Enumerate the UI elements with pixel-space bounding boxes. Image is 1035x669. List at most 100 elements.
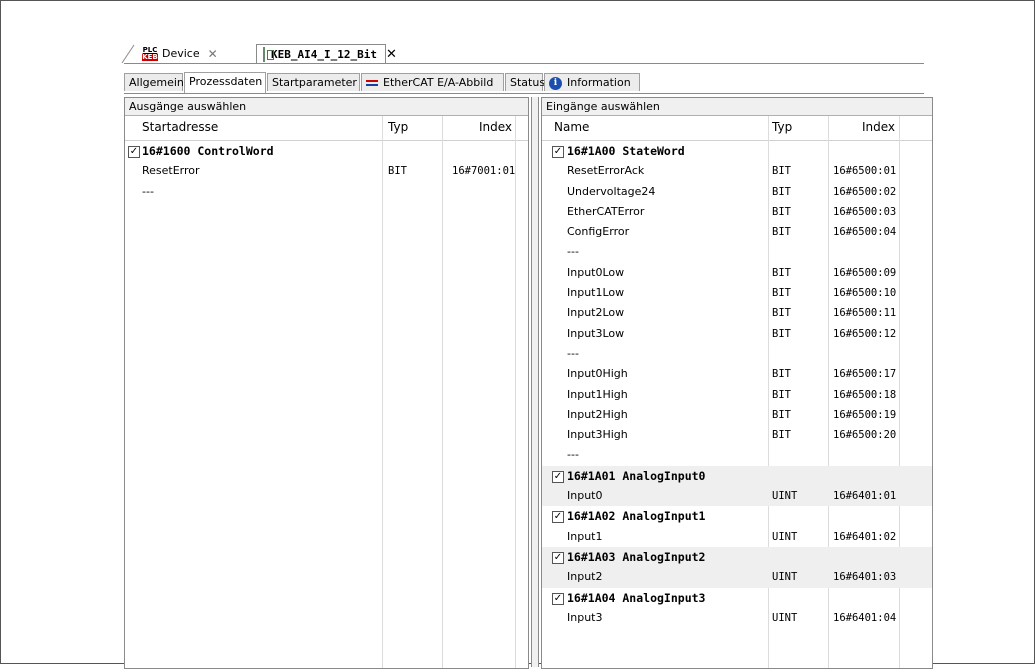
col-typ[interactable]: Typ — [772, 120, 792, 134]
inputs-header: Name Typ Index — [542, 116, 932, 141]
outputs-title: Ausgänge auswählen — [125, 98, 528, 116]
table-row[interactable]: EtherCATError BIT 16#6500:03 — [542, 202, 932, 222]
ethercat-icon — [366, 79, 378, 87]
outputs-header: Startadresse Typ Index — [125, 116, 528, 141]
entry-name: --- — [567, 245, 579, 259]
table-row[interactable]: Input3High BIT 16#6500:20 — [542, 425, 932, 445]
pdo-group-row[interactable]: ✓ 16#1A00 StateWord — [542, 141, 932, 161]
tab-information[interactable]: i Information — [544, 73, 640, 91]
table-row[interactable]: Input1High BIT 16#6500:18 — [542, 385, 932, 405]
col-index[interactable]: Index — [862, 120, 895, 134]
entry-name: Input2 — [567, 570, 603, 584]
entry-name: Input3 — [567, 610, 603, 624]
table-row[interactable]: --- — [125, 182, 528, 202]
tab-module[interactable]: KEB_AI4_I_12_Bit ✕ — [256, 44, 397, 64]
entry-type: BIT — [772, 185, 791, 198]
entry-type: BIT — [772, 287, 791, 300]
entry-index: 16#6500:17 — [833, 368, 897, 381]
table-row[interactable]: Input3 UINT 16#6401:04 — [542, 608, 932, 628]
entry-index: 16#6500:01 — [833, 165, 897, 178]
table-row[interactable]: Input2Low BIT 16#6500:11 — [542, 303, 932, 323]
entry-type: BIT — [772, 307, 791, 320]
entry-name: Input3Low — [567, 326, 625, 340]
pdo-group-row[interactable]: ✓ 16#1A01 AnalogInput0 — [542, 465, 932, 487]
table-row[interactable]: Input2 UINT 16#6401:03 — [542, 567, 932, 588]
entry-index: 16#6500:12 — [833, 327, 897, 340]
tab-device[interactable]: PLC KEB Device ✕ — [121, 44, 254, 64]
entry-type: BIT — [772, 327, 791, 340]
table-row[interactable]: ResetErrorAck BIT 16#6500:01 — [542, 161, 932, 181]
panel-splitter[interactable] — [531, 97, 539, 667]
entry-type: BIT — [772, 429, 791, 442]
entry-index: 16#6500:19 — [833, 408, 897, 421]
tab-device-label: Device — [162, 47, 200, 60]
pdo-group-row[interactable]: ✓ 16#1A03 AnalogInput2 — [542, 546, 932, 568]
inputs-title: Eingänge auswählen — [542, 98, 932, 116]
table-row[interactable]: Input0 UINT 16#6401:01 — [542, 486, 932, 507]
pdo-group-row[interactable]: ✓ 16#1A04 AnalogInput3 — [542, 588, 932, 608]
table-row[interactable]: Input0Low BIT 16#6500:09 — [542, 263, 932, 283]
tab-module-label: KEB_AI4_I_12_Bit — [271, 48, 377, 61]
tab-status[interactable]: Status — [505, 73, 545, 91]
entry-name: Input2Low — [567, 306, 625, 320]
table-row[interactable]: Input3Low BIT 16#6500:12 — [542, 324, 932, 344]
pdo-checkbox[interactable]: ✓ — [128, 146, 140, 158]
entry-name: ConfigError — [567, 225, 630, 239]
tab-ethercat-io-label: EtherCAT E/A-Abbild — [383, 76, 494, 89]
entry-type: BIT — [772, 266, 791, 279]
tab-ethercat-io[interactable]: EtherCAT E/A-Abbild — [361, 73, 504, 91]
entry-index: 16#6500:02 — [833, 185, 897, 198]
table-row[interactable]: ResetError BIT 16#7001:01 — [125, 161, 528, 181]
entry-name: Input1 — [567, 529, 603, 543]
entry-name: --- — [567, 448, 579, 462]
close-icon[interactable]: ✕ — [208, 47, 218, 61]
entry-name: Undervoltage24 — [567, 184, 656, 198]
entry-index: 16#6500:20 — [833, 429, 897, 442]
table-row[interactable]: Undervoltage24 BIT 16#6500:02 — [542, 182, 932, 202]
entry-type: BIT — [772, 408, 791, 421]
pdo-checkbox[interactable]: ✓ — [552, 592, 564, 605]
entry-name: Input2High — [567, 407, 628, 421]
col-index[interactable]: Index — [479, 120, 512, 134]
inputs-list: ✓ 16#1A00 StateWord ResetErrorAck BIT 16#650… — [542, 141, 932, 628]
table-row[interactable]: --- — [542, 242, 932, 262]
entry-name: Input1High — [567, 387, 628, 401]
entry-type: BIT — [388, 165, 407, 178]
entry-index: 16#6500:03 — [833, 205, 897, 218]
tab-startparameter[interactable]: Startparameter — [267, 73, 360, 91]
table-row[interactable]: Input1 UINT 16#6401:02 — [542, 527, 932, 547]
entry-index: 16#7001:01 — [452, 165, 516, 178]
entry-name: ResetErrorAck — [567, 164, 645, 178]
table-row[interactable]: Input1Low BIT 16#6500:10 — [542, 283, 932, 303]
pdo-checkbox[interactable]: ✓ — [552, 470, 564, 483]
entry-type: BIT — [772, 226, 791, 239]
entry-name: Input0Low — [567, 265, 625, 279]
table-row[interactable]: Input0High BIT 16#6500:17 — [542, 364, 932, 384]
outputs-list: ✓ 16#1600 ControlWord ResetError BIT 16#7001… — [125, 141, 528, 202]
tab-edge-icon — [121, 44, 135, 64]
pdo-checkbox[interactable]: ✓ — [552, 511, 564, 524]
pdo-name: 16#1A02 AnalogInput1 — [567, 509, 706, 524]
col-name[interactable]: Name — [554, 120, 589, 134]
plc-icon-bottom: KEB — [142, 52, 158, 61]
entry-type: BIT — [772, 165, 791, 178]
entry-index: 16#6401:01 — [833, 490, 897, 503]
table-row[interactable]: --- — [542, 344, 932, 364]
col-startadresse[interactable]: Startadresse — [142, 120, 218, 134]
pdo-checkbox[interactable]: ✓ — [552, 551, 564, 564]
entry-name: --- — [567, 346, 579, 360]
col-typ[interactable]: Typ — [388, 120, 408, 134]
close-icon[interactable]: ✕ — [386, 47, 397, 62]
pdo-group-row[interactable]: ✓ 16#1A02 AnalogInput1 — [542, 506, 932, 526]
pdo-group-row[interactable]: ✓ 16#1600 ControlWord — [125, 141, 528, 161]
entry-type: BIT — [772, 205, 791, 218]
pdo-checkbox[interactable]: ✓ — [552, 146, 564, 158]
table-row[interactable]: Input2High BIT 16#6500:19 — [542, 405, 932, 425]
tab-prozessdaten[interactable]: Prozessdaten — [184, 72, 266, 93]
table-row[interactable]: ConfigError BIT 16#6500:04 — [542, 222, 932, 242]
table-row[interactable]: --- — [542, 445, 932, 465]
pdo-name: 16#1A04 AnalogInput3 — [567, 590, 706, 605]
entry-name: Input0High — [567, 367, 628, 381]
entry-index: 16#6500:04 — [833, 226, 897, 239]
tab-allgemein[interactable]: Allgemein — [124, 73, 184, 91]
